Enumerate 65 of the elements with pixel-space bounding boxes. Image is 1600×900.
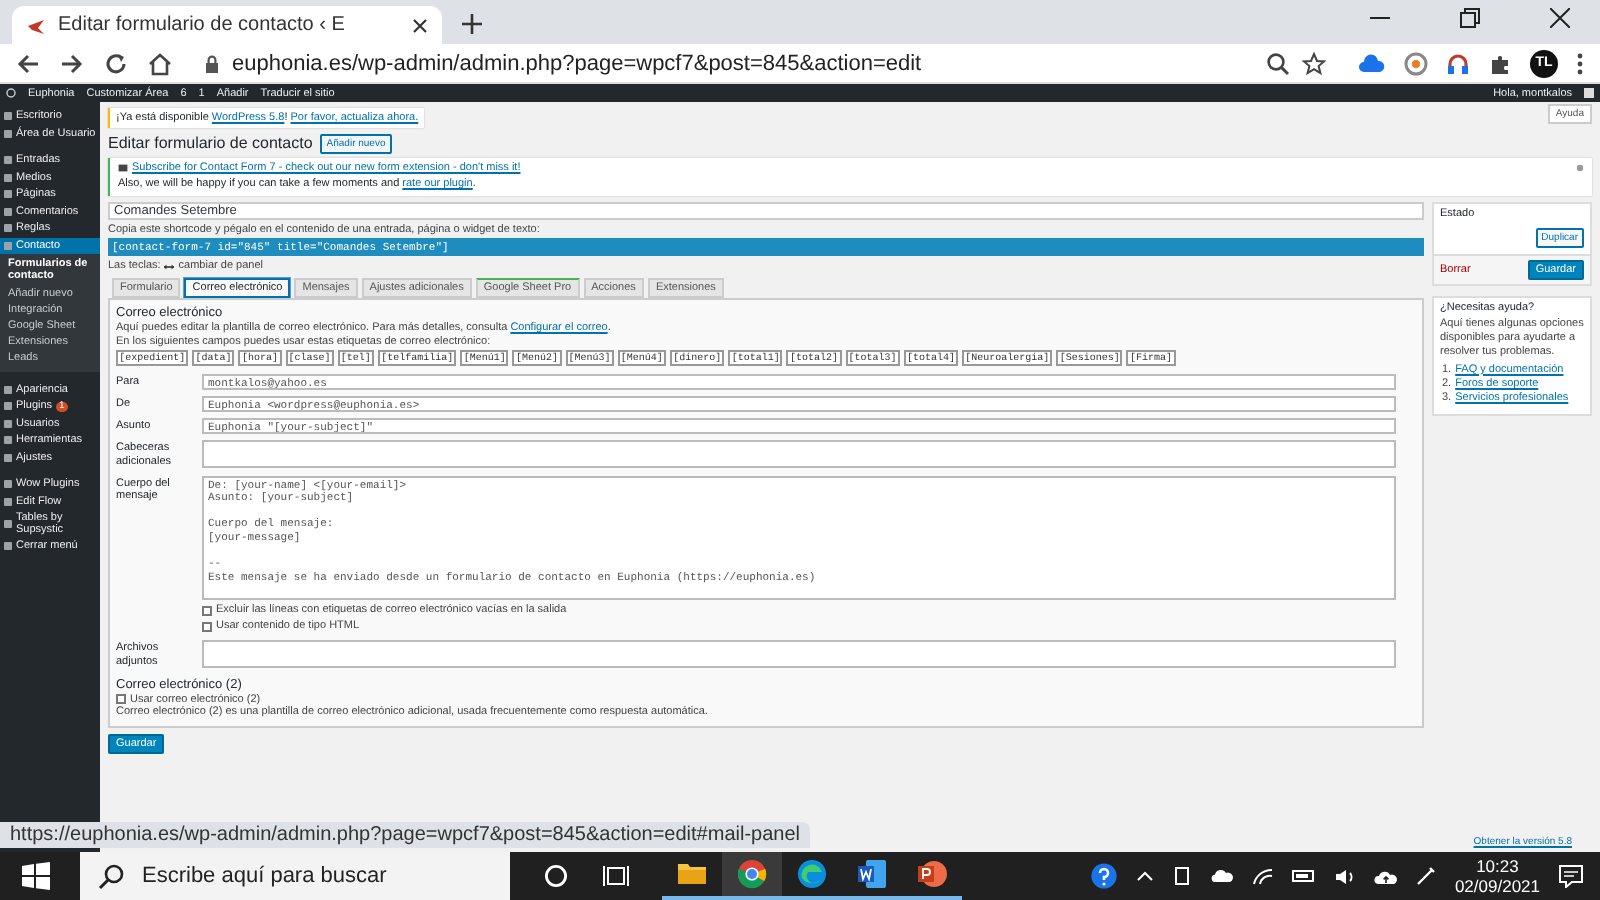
cloud-icon[interactable] (1210, 868, 1235, 884)
forward-arrow-icon[interactable] (60, 51, 84, 75)
taskbar-app[interactable] (722, 852, 782, 900)
menu-square-icon (4, 224, 12, 233)
clock[interactable]: 10:23 02/09/2021 (1454, 855, 1540, 897)
tab-title: Editar formulario de contacto ‹ E (58, 14, 347, 36)
menu-square-icon (4, 480, 12, 489)
menu-square-icon (4, 156, 12, 165)
presentation-logo-icon (916, 858, 948, 890)
menu-square-icon (4, 436, 12, 445)
edge-logo-icon (796, 858, 828, 890)
menu-square-icon (4, 541, 12, 550)
speaker-icon[interactable] (1334, 867, 1357, 885)
word-logo-icon (856, 858, 888, 890)
checkbox[interactable] (202, 622, 212, 633)
reload-icon[interactable] (104, 51, 128, 75)
menu-square-icon (4, 497, 12, 506)
windows-logo-icon[interactable] (22, 862, 50, 890)
camera-icon[interactable] (1172, 866, 1193, 886)
status-url: https://euphonia.es/wp-admin/admin.php?page=wpcf7&post=845&action=edit#mail-panel (0, 822, 810, 848)
folder-icon (676, 858, 708, 890)
menu-square-icon (4, 402, 12, 411)
plus-icon[interactable] (462, 14, 482, 34)
checkbox[interactable] (202, 605, 212, 616)
lock-icon (204, 53, 220, 73)
back-arrow-icon[interactable] (16, 51, 40, 75)
star-icon[interactable] (1302, 51, 1326, 75)
menu-square-icon (4, 207, 12, 216)
task-view-icon[interactable] (602, 864, 630, 888)
page-title: Editar formulario de contacto (108, 134, 313, 153)
wordpress-logo-icon[interactable] (6, 88, 16, 98)
menu-square-icon (4, 173, 12, 182)
search-icon[interactable] (1266, 51, 1290, 75)
home-icon[interactable] (148, 51, 172, 75)
menu-icon[interactable] (1576, 51, 1584, 75)
search-field[interactable]: Escribe aquí para buscar (80, 852, 510, 900)
close-icon[interactable] (412, 17, 428, 33)
chevron-up-icon[interactable] (1136, 870, 1155, 882)
menu-square-icon (4, 519, 12, 528)
headphones-icon[interactable] (1446, 51, 1470, 75)
pen-icon[interactable] (1416, 866, 1437, 886)
dismiss-icon[interactable] (1576, 163, 1584, 172)
battery-icon[interactable] (1292, 868, 1317, 884)
search-icon (98, 863, 124, 889)
envelope-icon (118, 164, 128, 173)
menu-square-icon (4, 385, 12, 394)
avatar (1584, 88, 1594, 98)
menu-square-icon (4, 241, 12, 250)
menu-square-icon (4, 190, 12, 199)
menu-square-icon (4, 419, 12, 428)
restore-icon[interactable] (1460, 7, 1480, 27)
help-icon[interactable] (1090, 862, 1119, 890)
checkbox[interactable] (116, 694, 126, 705)
wifi-icon[interactable] (1252, 867, 1275, 885)
cloud-upload-icon[interactable] (1374, 867, 1399, 885)
chrome-logo-icon (736, 858, 768, 890)
browser-tab[interactable]: Editar formulario de contacto ‹ E (12, 6, 442, 44)
menu-square-icon (4, 453, 12, 462)
menu-square-icon (4, 112, 12, 121)
arrows-icon (164, 264, 175, 271)
puzzle-icon[interactable] (1488, 51, 1512, 75)
close-icon[interactable] (1550, 7, 1570, 27)
menu-square-icon (4, 129, 12, 138)
notification-icon[interactable] (1558, 864, 1584, 888)
bird-icon (26, 15, 46, 35)
